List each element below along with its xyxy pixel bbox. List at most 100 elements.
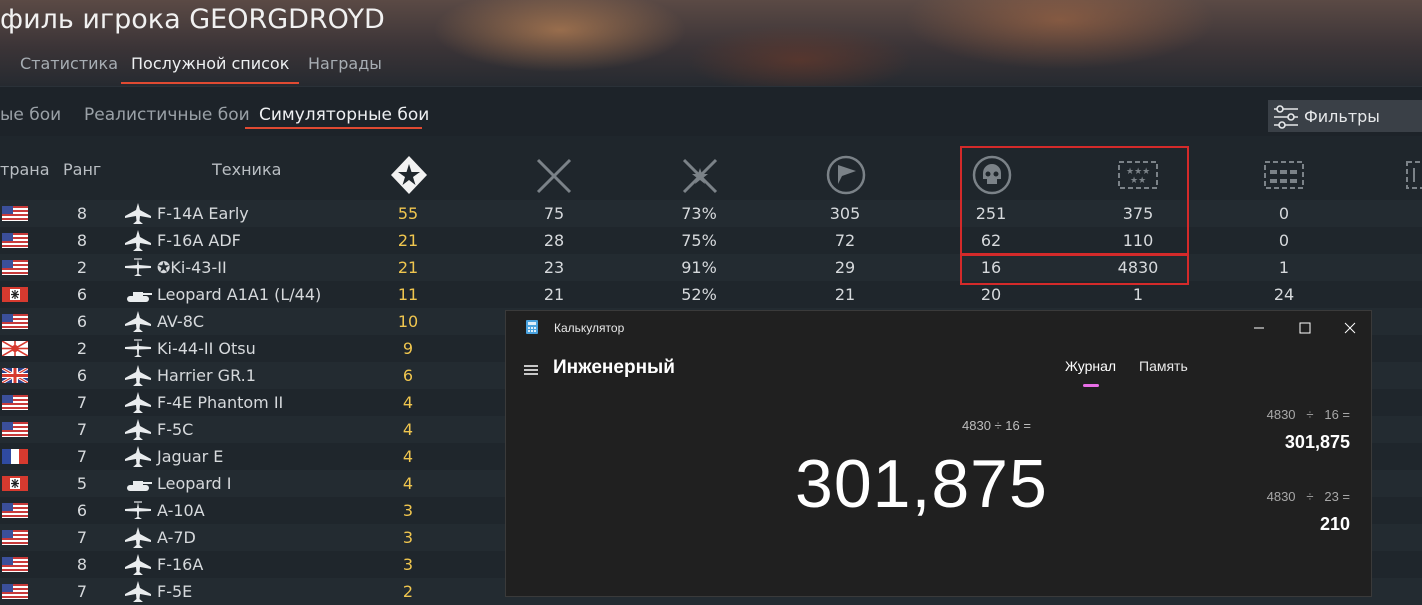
victories-cell: 6: [402, 366, 414, 385]
prop-vehicle-icon: [125, 501, 151, 519]
vehicle-name: A-10A: [157, 501, 205, 520]
tab-awards[interactable]: Награды: [308, 54, 382, 73]
jet-vehicle-icon: [125, 527, 151, 548]
sliders-icon: [1274, 105, 1298, 129]
jet-vehicle-icon: [125, 392, 151, 413]
vehicle-name: F-16A ADF: [157, 231, 241, 250]
jet-vehicle-icon: [125, 446, 151, 467]
prop-vehicle-icon: [125, 258, 151, 276]
crossed-swords-icon[interactable]: [532, 154, 576, 196]
jet-vehicle-icon: [125, 311, 151, 332]
history-expression[interactable]: 4830 ÷ 16 =: [1267, 407, 1350, 422]
stat-cell: 72: [834, 231, 856, 250]
stat-cell: 91%: [681, 258, 717, 277]
jet-vehicle-icon: [125, 419, 151, 440]
stat-cell: 29: [834, 258, 856, 277]
vehicle-name: ✪Ki-43-II: [157, 258, 227, 277]
tab-realistic-battles[interactable]: Реалистичные бои: [84, 105, 250, 125]
jet-vehicle-icon: [125, 581, 151, 602]
stat-cell: 21: [543, 285, 565, 304]
prop-vehicle-icon: [125, 339, 151, 357]
vehicle-name: F-5C: [157, 420, 194, 439]
history-result[interactable]: 301,875: [1285, 432, 1350, 453]
stat-cell: 20: [980, 285, 1002, 304]
vehicle-name: F-5E: [157, 582, 193, 601]
jet-vehicle-icon: [125, 203, 151, 224]
victories-cell: 2: [402, 582, 414, 601]
profile-header: филь игрока GEORGDROYD Статистика Послуж…: [0, 0, 1422, 86]
flag-capture-icon[interactable]: [824, 154, 868, 196]
col-header-rank: Ранг: [63, 160, 102, 179]
close-icon[interactable]: [1335, 317, 1365, 339]
tab-simulator-battles[interactable]: Симуляторные бои: [259, 105, 429, 125]
page-title: филь игрока GEORGDROYD: [0, 4, 385, 35]
table-row[interactable]: 2 ✪Ki-43-II 21 23 91% 29 16 4830 1: [0, 254, 1422, 281]
col-header-country: трана: [0, 160, 50, 179]
tab-service-record[interactable]: Послужной список: [120, 54, 300, 84]
stat-cell: 0: [1278, 204, 1290, 223]
victories-icon[interactable]: [387, 154, 431, 196]
stat-cell: 1: [1278, 258, 1290, 277]
victories-cell: 55: [397, 204, 419, 223]
victories-cell: 4: [402, 393, 414, 412]
stat-cell: 0: [1278, 231, 1290, 250]
history-expression[interactable]: 4830 ÷ 23 =: [1267, 489, 1350, 504]
vehicle-name: Harrier GR.1: [157, 366, 256, 385]
current-expression: 4830 ÷ 16 =: [962, 418, 1031, 433]
filters-button[interactable]: Фильтры: [1268, 100, 1422, 132]
stat-cell: 1: [1132, 285, 1144, 304]
highlight-box-row: [960, 254, 1189, 285]
active-tab-underline: [245, 127, 422, 129]
filters-label: Фильтры: [1304, 107, 1380, 126]
stat-cell: 75: [543, 204, 565, 223]
tank-vehicle-icon: [127, 481, 152, 491]
tab-statistics[interactable]: Статистика: [20, 54, 118, 73]
naval-kills-icon[interactable]: [1404, 154, 1422, 196]
jet-vehicle-icon: [125, 230, 151, 251]
victories-cell: 3: [402, 528, 414, 547]
display-result: 301,875: [795, 446, 1048, 522]
victories-cell: 3: [402, 501, 414, 520]
vehicle-name: A-7D: [157, 528, 196, 547]
stat-cell: 52%: [681, 285, 717, 304]
victories-cell: 4: [402, 420, 414, 439]
jet-vehicle-icon: [125, 365, 151, 386]
vehicle-name: AV-8C: [157, 312, 205, 331]
tab-arcade-battles[interactable]: ые бои: [0, 105, 61, 125]
ground-kills-icon[interactable]: [1262, 154, 1306, 196]
col-header-vehicle: Техника: [212, 160, 282, 179]
battle-mode-tabs: ые бои Реалистичные бои Симуляторные бои: [0, 86, 1422, 137]
table-row[interactable]: 8 F-16A ADF 21 28 75% 72 62 110 0: [0, 227, 1422, 254]
vehicle-name: Leopard I: [157, 474, 232, 493]
minimize-icon[interactable]: [1244, 317, 1274, 339]
tab-memory[interactable]: Память: [1139, 358, 1188, 374]
winrate-swords-icon[interactable]: [678, 154, 722, 196]
vehicle-name: F-14A Early: [157, 204, 249, 223]
maximize-icon[interactable]: [1290, 317, 1320, 339]
stat-cell: 73%: [681, 204, 717, 223]
victories-cell: 21: [397, 231, 419, 250]
highlight-box: [960, 146, 1189, 255]
vehicle-name: Jaguar E: [157, 447, 224, 466]
stat-cell: 23: [543, 258, 565, 277]
stat-cell: 305: [829, 204, 861, 223]
tab-history[interactable]: Журнал: [1065, 358, 1116, 387]
history-result[interactable]: 210: [1320, 514, 1350, 535]
calculator-mode: Инженерный: [553, 357, 675, 378]
calculator-window: Калькулятор Инженерный Журнал Память 483…: [505, 310, 1372, 597]
window-title: Калькулятор: [554, 321, 625, 335]
jet-vehicle-icon: [125, 554, 151, 575]
stat-cell: 75%: [681, 231, 717, 250]
vehicle-name: F-16A: [157, 555, 204, 574]
vehicle-name: Leopard A1A1 (L/44): [157, 285, 322, 304]
vehicle-name: Ki-44-II Otsu: [157, 339, 256, 358]
vehicle-name: F-4E Phantom II: [157, 393, 284, 412]
victories-cell: 21: [397, 258, 419, 277]
table-row[interactable]: 8 F-14A Early 55 75 73% 305 251 375 0: [0, 200, 1422, 227]
menu-icon[interactable]: [523, 363, 539, 377]
stat-cell: 24: [1273, 285, 1295, 304]
victories-cell: 4: [402, 447, 414, 466]
victories-cell: 3: [402, 555, 414, 574]
victories-cell: 11: [397, 285, 419, 304]
table-row[interactable]: 6 Leopard A1A1 (L/44) 11 21 52% 21 20 1 24: [0, 281, 1422, 308]
